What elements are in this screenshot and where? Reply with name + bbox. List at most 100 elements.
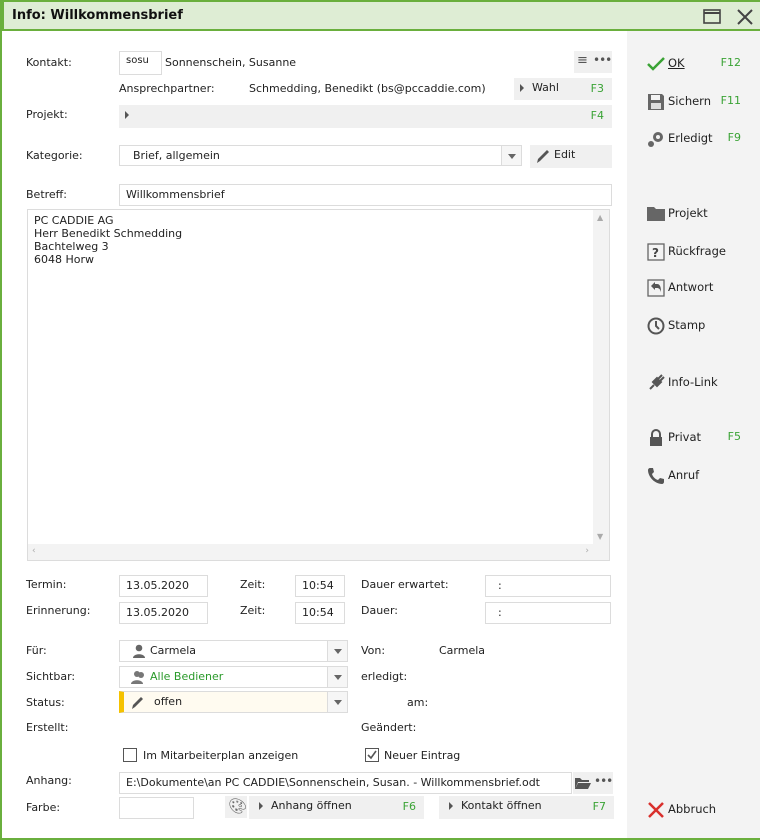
horizontal-scrollbar[interactable]: ‹ › bbox=[28, 544, 609, 560]
title-bar: Info: Willkommensbrief bbox=[2, 0, 760, 31]
termin-date-input[interactable]: 13.05.2020 bbox=[119, 575, 208, 597]
status-label: Status: bbox=[26, 696, 65, 709]
sichern-button[interactable]: Sichern F11 bbox=[647, 90, 753, 114]
kontakt-oeffnen-label: Kontakt öffnen bbox=[461, 799, 542, 812]
svg-text:?: ? bbox=[652, 246, 659, 260]
folder-open-icon bbox=[575, 778, 591, 789]
anruf-button[interactable]: Anruf bbox=[647, 464, 753, 488]
stamp-label: Stamp bbox=[668, 318, 706, 332]
ok-key: F12 bbox=[720, 56, 741, 69]
fuer-label: Für: bbox=[26, 644, 47, 657]
antwort-button[interactable]: Antwort bbox=[647, 276, 753, 300]
dauer-input[interactable]: : bbox=[485, 602, 611, 624]
body-line: Bachtelweg 3 bbox=[34, 240, 109, 253]
stamp-button[interactable]: Stamp bbox=[647, 314, 753, 338]
projekt-label: Projekt bbox=[668, 206, 708, 220]
maximize-button[interactable] bbox=[702, 7, 722, 27]
phone-icon bbox=[648, 468, 664, 484]
anhang-browse-button[interactable]: ••• bbox=[573, 772, 613, 794]
sichern-label: Sichern bbox=[668, 94, 711, 108]
erledigt-key: F9 bbox=[727, 131, 741, 144]
sichtbar-label: Sichtbar: bbox=[26, 670, 76, 683]
dauer-erwartet-input[interactable]: : bbox=[485, 575, 611, 597]
von-value: Carmela bbox=[439, 644, 486, 657]
abbruch-label: Abbruch bbox=[668, 802, 717, 816]
wahl-button[interactable]: Wahl F3 bbox=[514, 78, 612, 100]
wahl-label: Wahl bbox=[532, 81, 559, 94]
check-icon bbox=[367, 750, 377, 760]
folder-icon bbox=[647, 207, 665, 221]
betreff-label: Betreff: bbox=[26, 188, 67, 201]
mitarbeiterplan-label: Im Mitarbeiterplan anzeigen bbox=[143, 749, 299, 762]
status-select[interactable]: offen bbox=[119, 691, 348, 713]
neuer-eintrag-checkbox[interactable] bbox=[365, 748, 379, 762]
chevron-down-icon bbox=[327, 692, 347, 712]
sichtbar-value: Alle Bediener bbox=[150, 670, 224, 683]
palette-button[interactable]: 🎨︎ bbox=[225, 796, 247, 818]
kontakt-menu-button[interactable]: ≡ ••• bbox=[574, 51, 612, 73]
users-icon bbox=[131, 671, 144, 684]
erinnerung-time-input[interactable]: 10:54 bbox=[295, 602, 345, 624]
erledigt-button[interactable]: Erledigt F9 bbox=[647, 127, 753, 151]
chevron-down-icon bbox=[327, 641, 347, 661]
projekt-button[interactable]: Projekt bbox=[647, 202, 753, 226]
action-sidebar: OK F12 Sichern F11 Erledigt F9 Projekt ? Rüc… bbox=[627, 31, 760, 838]
ansprechpartner-label: Ansprechpartner: bbox=[119, 82, 215, 95]
sichtbar-select[interactable]: Alle Bediener bbox=[119, 666, 348, 688]
erledigt-label: Erledigt bbox=[668, 131, 713, 145]
abbruch-button[interactable]: Abbruch bbox=[647, 798, 753, 822]
sichern-key: F11 bbox=[720, 94, 741, 107]
play-icon bbox=[449, 802, 453, 810]
mitarbeiterplan-checkbox[interactable] bbox=[123, 748, 137, 762]
erinnerung-date-input[interactable]: 13.05.2020 bbox=[119, 602, 208, 624]
kontakt-code-input[interactable]: sosu bbox=[119, 51, 162, 75]
anhang-oeffnen-key: F6 bbox=[402, 800, 416, 813]
chevron-down-icon bbox=[501, 146, 521, 165]
anhang-input[interactable]: E:\Dokumente\an PC CADDIE\Sonnenschein, … bbox=[119, 772, 572, 794]
kategorie-select[interactable]: Brief, allgemein bbox=[119, 145, 522, 166]
palette-icon: 🎨︎ bbox=[228, 797, 248, 815]
anhang-oeffnen-label: Anhang öffnen bbox=[271, 799, 352, 812]
privat-button[interactable]: Privat F5 bbox=[647, 426, 753, 450]
body-text: PC CADDIE AG Herr Benedikt Schmedding Ba… bbox=[34, 214, 182, 266]
fuer-value: Carmela bbox=[150, 644, 197, 657]
betreff-input[interactable]: Willkommensbrief bbox=[119, 184, 612, 206]
geaendert-label: Geändert: bbox=[361, 721, 417, 734]
rueckfrage-label: Rückfrage bbox=[668, 244, 726, 258]
clock-icon bbox=[647, 317, 665, 335]
body-textarea[interactable]: PC CADDIE AG Herr Benedikt Schmedding Ba… bbox=[27, 209, 610, 561]
close-button[interactable] bbox=[735, 7, 755, 27]
projekt-key: F4 bbox=[590, 109, 604, 122]
rueckfrage-button[interactable]: ? Rückfrage bbox=[647, 240, 753, 264]
edit-button[interactable]: Edit bbox=[530, 145, 612, 168]
play-icon bbox=[259, 802, 263, 810]
ok-button[interactable]: OK F12 bbox=[647, 52, 753, 76]
lock-icon bbox=[650, 429, 662, 446]
body-line: Herr Benedikt Schmedding bbox=[34, 227, 183, 240]
kategorie-value: Brief, allgemein bbox=[133, 149, 220, 162]
body-line: 6048 Horw bbox=[34, 253, 95, 266]
farbe-label: Farbe: bbox=[26, 801, 61, 814]
more-icon: ••• bbox=[593, 53, 612, 67]
erinnerung-zeit-label: Zeit: bbox=[240, 604, 266, 617]
am-label: am: bbox=[407, 696, 429, 709]
anhang-label: Anhang: bbox=[26, 774, 72, 787]
window-title: Info: Willkommensbrief bbox=[12, 8, 183, 23]
termin-zeit-label: Zeit: bbox=[240, 578, 266, 591]
anruf-label: Anruf bbox=[668, 468, 700, 482]
plug-icon bbox=[649, 374, 665, 390]
fuer-select[interactable]: Carmela bbox=[119, 640, 348, 662]
termin-time-input[interactable]: 10:54 bbox=[295, 575, 345, 597]
anhang-oeffnen-button[interactable]: Anhang öffnen F6 bbox=[249, 796, 424, 819]
vertical-scrollbar[interactable]: ▲ ▼ bbox=[593, 210, 609, 544]
ansprechpartner-value: Schmedding, Benedikt (bs@pccaddie.com) bbox=[249, 82, 486, 95]
projekt-select-button[interactable]: F4 bbox=[119, 105, 612, 128]
antwort-label: Antwort bbox=[668, 280, 714, 294]
termin-label: Termin: bbox=[26, 578, 67, 591]
kontakt-name: Sonnenschein, Susanne bbox=[165, 56, 297, 69]
info-link-button[interactable]: Info-Link bbox=[647, 371, 753, 395]
farbe-input[interactable] bbox=[119, 797, 194, 819]
body-line: PC CADDIE AG bbox=[34, 214, 114, 227]
ok-label: OK bbox=[668, 56, 685, 70]
kontakt-oeffnen-button[interactable]: Kontakt öffnen F7 bbox=[439, 796, 614, 819]
